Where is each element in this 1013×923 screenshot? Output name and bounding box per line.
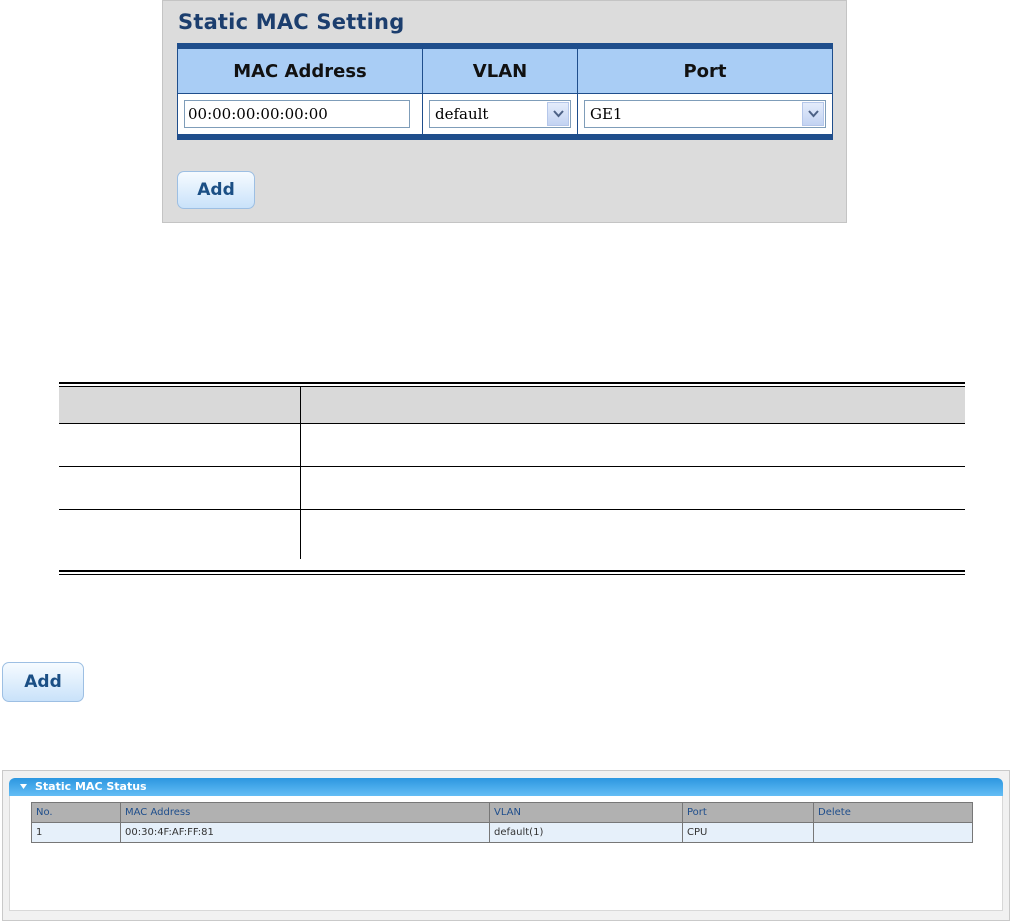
cell-mac: 00:30:4F:AF:FF:81 [120,822,490,843]
port-cell: GE1 [577,93,833,137]
desc-cell [59,510,301,559]
desc-cell [59,467,301,509]
vlan-select[interactable]: default [429,100,571,128]
mac-cell [177,93,423,137]
header-no: No. [31,802,121,823]
header-port: Port [682,802,814,823]
setting-table: MAC Address VLAN Port default GE1 [177,43,833,140]
column-header-vlan: VLAN [422,46,578,94]
header-delete: Delete [813,802,973,823]
desc-table-row [59,510,965,559]
header-vlan: VLAN [489,802,683,823]
vlan-cell: default [422,93,578,137]
column-header-port: Port [577,46,833,94]
status-table-header-row: No. MAC Address VLAN Port Delete [31,802,973,823]
chevron-down-icon[interactable] [802,102,824,126]
column-header-mac: MAC Address [177,46,423,94]
static-mac-status-panel: Static MAC Status No. MAC Address VLAN P… [2,770,1010,921]
desc-table-row [59,467,965,510]
mac-address-input[interactable] [184,100,410,128]
desc-cell [59,387,301,423]
add-button-standalone[interactable]: Add [2,662,84,702]
setting-title: Static MAC Setting [178,10,405,34]
status-panel-header[interactable]: Static MAC Status [9,778,1003,796]
port-select[interactable]: GE1 [584,100,826,128]
add-button[interactable]: Add [177,171,255,209]
chevron-down-icon[interactable] [547,102,569,126]
cell-port: CPU [682,822,814,843]
static-mac-setting-panel: Static MAC Setting MAC Address VLAN Port… [162,0,847,223]
table-row: 1 00:30:4F:AF:FF:81 default(1) CPU [31,822,973,843]
cell-delete[interactable] [813,822,973,843]
status-table: No. MAC Address VLAN Port Delete 1 00:30… [31,802,973,843]
status-panel-title: Static MAC Status [35,780,147,793]
collapse-triangle-icon[interactable] [20,784,27,789]
desc-table-row [59,424,965,467]
port-select-value: GE1 [590,105,623,123]
desc-table-header [59,387,965,424]
cell-no: 1 [31,822,121,843]
desc-table-bottom-rule [59,570,965,575]
header-mac-address: MAC Address [120,802,490,823]
cell-vlan: default(1) [489,822,683,843]
vlan-select-value: default [435,105,489,123]
desc-cell [59,424,301,466]
description-table [59,387,965,559]
